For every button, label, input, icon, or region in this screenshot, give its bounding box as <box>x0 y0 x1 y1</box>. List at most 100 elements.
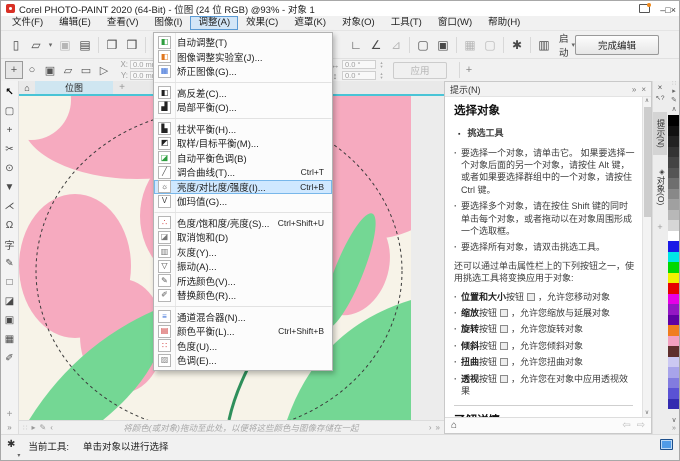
menubar-item[interactable]: 图像(I) <box>146 16 190 30</box>
play-icon[interactable]: ▸ <box>31 423 35 432</box>
hints-home-icon[interactable]: ⌂ <box>451 420 457 431</box>
menubar-item[interactable]: 查看(V) <box>99 16 147 30</box>
palette-swatch[interactable] <box>668 136 679 147</box>
menu-item[interactable]: ╱ 调合曲线(T)... Ctrl+T <box>154 165 332 180</box>
menu-item[interactable]: ◧ 图像调整实验室(J)... <box>154 50 332 65</box>
close-docker-icon[interactable]: × <box>658 83 663 94</box>
collapse-panel-icon[interactable]: » <box>632 85 636 94</box>
palette-swatch[interactable] <box>668 293 679 304</box>
clip-mask-icon[interactable]: ▢ <box>480 35 500 55</box>
skew-horizontal-field[interactable]: 0.0 ° <box>342 60 376 69</box>
scroll-left-icon[interactable]: ‹ <box>50 423 53 432</box>
rotate-button[interactable]: ○ <box>23 61 41 79</box>
scroll-down-icon[interactable]: ∨ <box>645 409 649 417</box>
grip-icon[interactable]: ∷ <box>23 424 27 432</box>
menu-item[interactable]: ∴ 色度/饱和度/亮度(S)... Ctrl+Shift+U <box>154 216 332 231</box>
eyedropper-tool[interactable]: ▼ <box>2 178 18 197</box>
rectangle-mask-tool[interactable]: ▢ <box>2 102 18 121</box>
dockers-icon[interactable]: ▥ <box>534 35 554 55</box>
menu-item[interactable]: ◩ 取样/目标平衡(M)... <box>154 136 332 151</box>
menubar-item[interactable]: 帮助(H) <box>480 16 528 30</box>
shape-tool[interactable]: □ <box>2 273 18 292</box>
menu-item[interactable]: ∷ 色度(U)... <box>154 339 332 354</box>
eraser-tool[interactable]: ◪ <box>2 292 18 311</box>
palette-swatch[interactable] <box>668 398 679 409</box>
palette-pen-icon[interactable]: ✎ <box>671 96 677 105</box>
palette-swatch[interactable] <box>668 209 679 220</box>
toolbox-overflow-button[interactable]: » <box>7 423 11 432</box>
docker-tab-objects[interactable]: ◈对象(O) <box>653 161 667 212</box>
save-icon[interactable]: ▣ <box>55 35 75 55</box>
palette-swatch[interactable] <box>668 356 679 367</box>
spinner[interactable] <box>378 72 385 80</box>
menu-item[interactable]: ▦ 矫正图像(G)... <box>154 64 332 79</box>
menu-item[interactable]: ◧ 高反差(C)... <box>154 86 332 101</box>
document-tab[interactable]: 位图 <box>35 81 113 94</box>
palette-swatch[interactable] <box>668 325 679 336</box>
palette-swatch[interactable] <box>668 283 679 294</box>
touchup-tool[interactable]: ✐ <box>2 349 18 368</box>
scale-button[interactable]: ▣ <box>41 61 59 79</box>
menubar-item[interactable]: 对象(O) <box>334 16 383 30</box>
menu-item[interactable] <box>154 303 332 307</box>
grid-icon[interactable]: ▦ <box>460 35 480 55</box>
palette-swatch[interactable] <box>668 146 679 157</box>
menu-item[interactable]: ☼ 亮度/对比度/强度(I)... Ctrl+B <box>154 179 332 194</box>
palette-swatch[interactable] <box>668 388 679 399</box>
palette-swatch[interactable] <box>668 262 679 273</box>
menu-item[interactable]: ◪ 自动平衡色调(B) <box>154 151 332 166</box>
object-tool[interactable]: ▣ <box>2 311 18 330</box>
pen-icon[interactable]: ✎ <box>39 423 46 432</box>
position-size-button[interactable]: + <box>5 61 23 79</box>
open-icon[interactable]: ▱ <box>26 35 46 55</box>
mask-transform-tool[interactable]: + <box>2 121 18 140</box>
separator[interactable] <box>530 36 531 53</box>
palette-flyout-icon[interactable]: ▸ <box>672 87 676 96</box>
menubar-item[interactable]: 遮罩(K) <box>286 16 334 30</box>
palette-scroll-up-icon[interactable]: ∧ <box>671 105 676 114</box>
menu-item[interactable] <box>154 209 332 213</box>
palette-swatch[interactable] <box>668 367 679 378</box>
docker-tab-hints[interactable]: 提示(N) <box>653 112 667 155</box>
launch-menu[interactable]: 启动 ▾ <box>559 31 575 59</box>
status-gear-caret-icon[interactable]: ▾ <box>17 452 20 460</box>
separator[interactable] <box>98 36 99 53</box>
palette-swatch[interactable] <box>668 230 679 241</box>
snap-icon[interactable]: ⊿ <box>386 35 406 55</box>
paint-tool[interactable]: ✎ <box>2 254 18 273</box>
apply-button[interactable]: 应用 <box>393 61 447 79</box>
menu-item[interactable]: ≡ 通道混合器(N)... <box>154 310 332 325</box>
magic-wand-tool[interactable]: ⋌ <box>2 197 18 216</box>
print-icon[interactable]: ▤ <box>75 35 95 55</box>
new-tab-button[interactable]: + <box>113 82 131 93</box>
open-caret-icon[interactable]: ▾ <box>46 35 55 55</box>
palette-swatch[interactable] <box>668 178 679 189</box>
scroll-up-icon[interactable]: ∧ <box>645 97 649 105</box>
pick-tool[interactable]: ↖ <box>2 83 18 102</box>
skew-button[interactable]: ▱ <box>59 61 77 79</box>
menubar-item[interactable]: 效果(C) <box>238 16 286 30</box>
palette-swatch[interactable] <box>668 314 679 325</box>
palette-swatch[interactable] <box>668 199 679 210</box>
display-color-icon[interactable] <box>660 439 673 450</box>
palette-swatch[interactable] <box>668 335 679 346</box>
separator[interactable] <box>456 36 457 53</box>
perspective-button[interactable]: ▷ <box>95 61 113 79</box>
palette-scroll-down-icon[interactable]: ∨ <box>671 416 676 424</box>
menu-item[interactable]: ▥ 灰度(Y)... <box>154 245 332 260</box>
status-gear-icon[interactable]: ✱ <box>7 439 15 450</box>
hints-scrollbar[interactable]: ∧ ∨ <box>642 97 651 417</box>
distort-button[interactable]: ▭ <box>77 61 95 79</box>
palette-swatch[interactable] <box>668 241 679 252</box>
skew-vertical-field[interactable]: 0.0 ° <box>342 71 376 80</box>
scrollbar-thumb[interactable] <box>643 107 651 218</box>
text-tool[interactable]: 字 <box>2 235 18 254</box>
menu-item[interactable]: ▤ 颜色平衡(L)... Ctrl+Shift+B <box>154 324 332 339</box>
new-document-icon[interactable]: ▯ <box>6 35 26 55</box>
add-button[interactable]: + <box>464 64 474 76</box>
menu-item[interactable]: ▟ 局部平衡(O)... <box>154 100 332 115</box>
crop-tool[interactable]: ✂ <box>2 140 18 159</box>
mask-border-icon[interactable]: ▣ <box>433 35 453 55</box>
palette-swatch[interactable] <box>668 157 679 168</box>
palette-swatch[interactable] <box>668 377 679 388</box>
